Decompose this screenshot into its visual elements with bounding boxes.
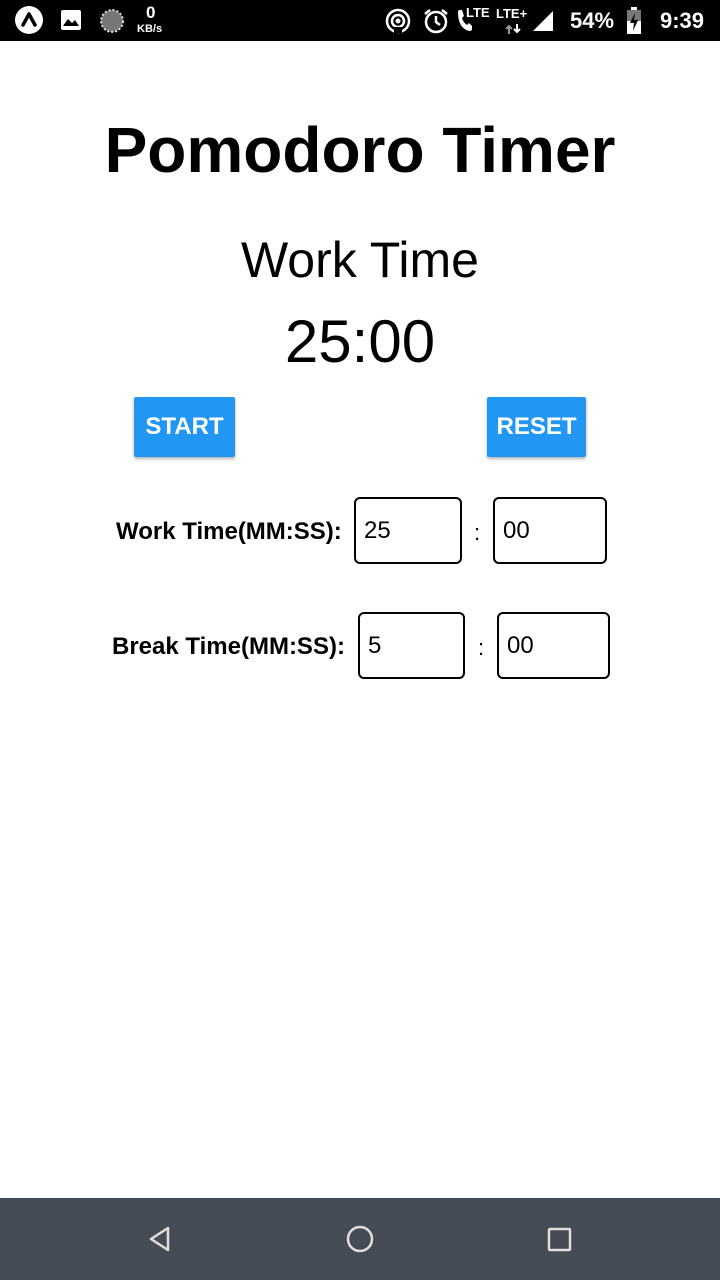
- break-minutes-input[interactable]: 5: [358, 612, 465, 679]
- image-notification-icon: [60, 9, 82, 36]
- battery-percent: 54%: [570, 8, 615, 33]
- home-icon[interactable]: [345, 1224, 375, 1254]
- signal-icon: [531, 10, 555, 37]
- navigation-bar: [0, 1198, 720, 1280]
- network-speed-value: 0: [146, 3, 156, 22]
- alarm-icon: [422, 7, 450, 40]
- app-title: Pomodoro Timer: [104, 114, 616, 186]
- hotspot-icon: [385, 8, 411, 39]
- recents-icon[interactable]: [546, 1226, 574, 1254]
- clock-time: 9:39: [660, 8, 705, 33]
- lte-label-2: LTE+: [496, 6, 528, 21]
- loading-icon: [99, 8, 125, 39]
- work-time-label: Work Time(MM:SS):: [116, 518, 342, 545]
- work-minutes-input[interactable]: 25: [354, 497, 462, 564]
- network-speed-unit: KB/s: [137, 23, 163, 35]
- reset-button[interactable]: RESET: [487, 397, 586, 457]
- lte-label-1: LTE: [466, 5, 490, 20]
- timer-display: 25:00: [284, 308, 436, 375]
- battery-charging-icon: [626, 7, 642, 40]
- work-separator: :: [474, 520, 481, 545]
- break-separator: :: [478, 635, 485, 660]
- app-notification-icon: [15, 6, 43, 34]
- status-bar: 0 KB/s LTE LTE+ 54% 9:39: [0, 0, 720, 41]
- mode-label: Work Time: [241, 232, 479, 288]
- break-time-label: Break Time(MM:SS):: [112, 633, 345, 660]
- break-seconds-input[interactable]: 00: [497, 612, 610, 679]
- back-icon[interactable]: [145, 1224, 175, 1254]
- data-arrows-icon: [505, 22, 523, 40]
- work-seconds-input[interactable]: 00: [493, 497, 607, 564]
- start-button[interactable]: START: [134, 397, 235, 457]
